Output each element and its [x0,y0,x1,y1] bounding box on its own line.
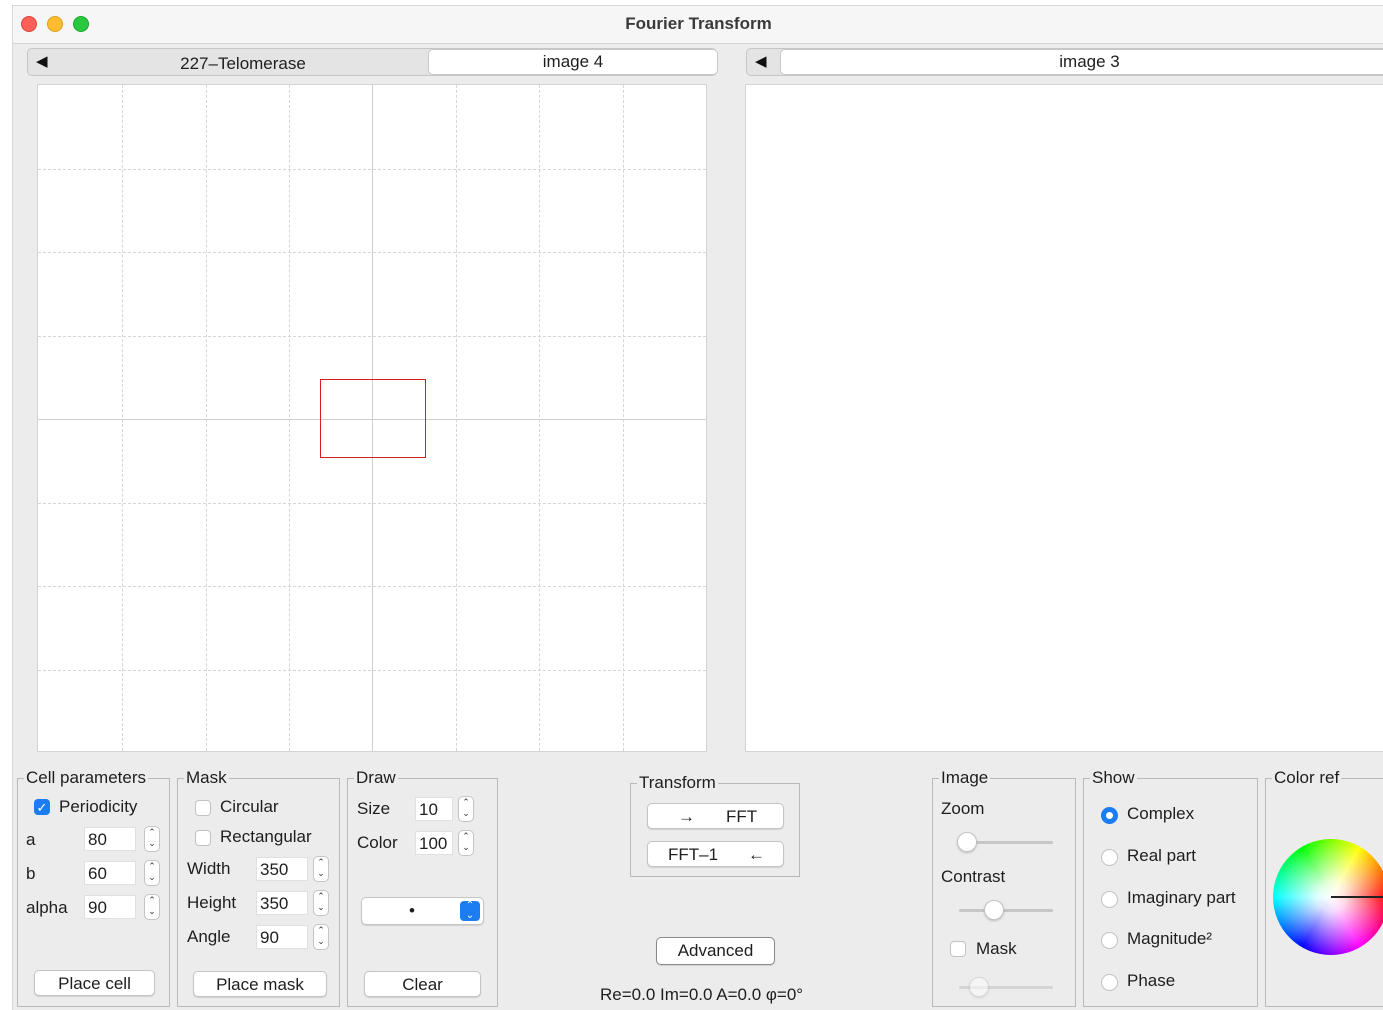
mask-group: Mask Circular Rectangular Width 350 ⌃ ⌄ H… [177,768,340,1007]
ifft-label: FFT–1 [668,845,719,864]
title-bar: Fourier Transform [13,6,1383,44]
rectangular-label: Rectangular [220,827,312,846]
contrast-slider-knob[interactable] [984,900,1005,920]
cell-parameters-group: Cell parameters ✓ Periodicity a 80 ⌃ ⌄ b … [17,768,170,1007]
tab-image-4[interactable]: image 4 [428,49,718,75]
angle-spinner[interactable]: ⌃ ⌄ [313,924,329,950]
tab-scroll-left-icon[interactable]: ◀ [755,52,767,70]
contrast-label: Contrast [941,867,1006,886]
group-title: Show [1090,768,1137,788]
b-spinner[interactable]: ⌃ ⌄ [144,860,160,886]
circular-checkbox[interactable] [195,800,211,816]
show-phase-radio[interactable] [1101,974,1118,991]
brush-shape-value: • [409,901,415,920]
height-label: Height [187,893,237,912]
a-field[interactable]: 80 [84,827,136,851]
angle-label: Angle [187,927,231,946]
circular-label: Circular [220,797,279,816]
grid-line [289,85,290,751]
left-tab-bar: ◀ 227–Telomerase image 4 [27,48,718,76]
size-field[interactable]: 10 [415,797,453,821]
show-magnitude-label: Magnitude² [1127,929,1213,948]
fft-forward-button[interactable]: → FFT [647,803,784,829]
grid-line [539,85,540,751]
window-title: Fourier Transform [625,14,772,33]
advanced-button[interactable]: Advanced [656,937,775,965]
rectangular-checkbox[interactable] [195,830,211,846]
height-spinner[interactable]: ⌃ ⌄ [313,890,329,916]
show-complex-radio[interactable] [1101,807,1118,824]
zoom-label: Zoom [941,799,985,818]
fft-inverse-button[interactable]: FFT–1 ← [647,841,784,867]
alpha-field[interactable]: 90 [84,895,136,919]
color-wheel [1273,839,1383,955]
show-real-part-label: Real part [1127,846,1196,865]
show-imaginary-part-radio[interactable] [1101,891,1118,908]
place-cell-button[interactable]: Place cell [34,970,155,996]
height-field[interactable]: 350 [256,891,308,915]
show-complex-label: Complex [1127,804,1195,823]
alpha-label: alpha [26,898,68,917]
tab-image-3[interactable]: image 3 [780,49,1383,75]
tab-227-telomerase[interactable]: 227–Telomerase [58,52,428,76]
group-title: Draw [354,768,398,788]
arrow-left-icon: ← [748,845,765,864]
b-field[interactable]: 60 [84,861,136,885]
image-canvas-left[interactable] [37,84,707,752]
color-label: Color [357,833,398,852]
zoom-slider-knob[interactable] [957,832,977,852]
width-spinner[interactable]: ⌃ ⌄ [313,856,329,882]
brush-shape-dropdown[interactable]: • ⌃ ⌄ [361,897,484,925]
color-wheel-pointer [1331,896,1383,898]
transform-group: Transform → FFT FFT–1 ← [630,773,800,877]
status-readout: Re=0.0 Im=0.0 A=0.0 φ=0° [600,985,804,1004]
group-title: Image [939,768,991,788]
a-label: a [26,830,36,849]
app-window: Fourier Transform ◀ 227–Telomerase image… [12,5,1383,1010]
width-label: Width [187,859,231,878]
arrow-right-icon: → [678,807,695,826]
group-title: Cell parameters [24,768,148,788]
image-canvas-right[interactable] [745,84,1383,752]
periodicity-checkbox[interactable]: ✓ [34,799,50,815]
place-mask-button[interactable]: Place mask [193,971,327,997]
right-tab-bar: ◀ image 3 [746,48,1383,76]
clear-button[interactable]: Clear [364,971,481,997]
color-ref-group: Color ref [1265,768,1383,1007]
grid-line [122,85,123,751]
periodicity-label: Periodicity [59,797,138,816]
show-real-part-radio[interactable] [1101,849,1118,866]
chevron-updown-icon: ⌃ ⌄ [460,901,480,921]
mask-slider-knob[interactable] [968,977,989,997]
group-title: Mask [184,768,229,788]
b-label: b [26,864,36,883]
grid-line [206,85,207,751]
color-spinner[interactable]: ⌃ ⌄ [458,830,474,856]
size-spinner[interactable]: ⌃ ⌄ [458,796,474,822]
unit-cell-outline[interactable] [320,379,426,458]
show-magnitude-radio[interactable] [1101,932,1118,949]
angle-field[interactable]: 90 [256,925,308,949]
tab-scroll-left-icon[interactable]: ◀ [36,52,48,70]
contrast-slider[interactable] [959,909,1053,912]
mask-label: Mask [976,939,1017,958]
grid-line [456,85,457,751]
mask-checkbox[interactable] [950,941,966,957]
draw-group: Draw Size 10 ⌃ ⌄ Color 100 ⌃ ⌄ • ⌃ ⌄ Clear [347,768,498,1007]
group-title: Color ref [1272,768,1342,788]
grid-line [623,85,624,751]
show-group: Show Complex Real part Imaginary part Ma… [1083,768,1258,1007]
group-title: Transform [637,773,718,793]
alpha-spinner[interactable]: ⌃ ⌄ [144,894,160,920]
a-spinner[interactable]: ⌃ ⌄ [144,826,160,852]
show-phase-label: Phase [1127,971,1176,990]
show-imaginary-part-label: Imaginary part [1127,888,1236,907]
width-field[interactable]: 350 [256,857,308,881]
fft-label: FFT [726,807,758,826]
image-group: Image Zoom Contrast Mask [932,768,1076,1007]
size-label: Size [357,799,391,818]
color-field[interactable]: 100 [415,831,453,855]
